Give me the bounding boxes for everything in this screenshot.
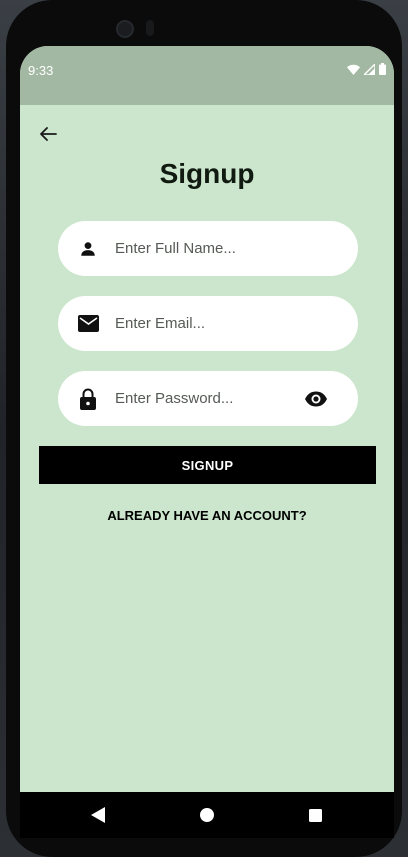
password-field[interactable] [58,371,358,426]
lock-icon [77,388,99,410]
back-button[interactable] [36,122,60,146]
full-name-field[interactable] [58,221,358,276]
eye-icon [305,391,327,407]
wifi-icon [347,64,360,75]
home-circle-icon [200,808,214,822]
cellular-signal-icon [364,63,375,75]
status-time: 9:33 [28,63,54,78]
toggle-password-visibility-button[interactable] [304,388,328,410]
nav-home-button[interactable] [187,792,227,838]
signup-button[interactable]: SIGNUP [39,446,376,484]
nav-recents-button[interactable] [295,792,335,838]
system-navigation-bar [20,792,394,838]
battery-icon [379,63,386,75]
proximity-sensor [146,20,154,36]
back-triangle-icon [91,807,105,823]
nav-back-button[interactable] [78,792,118,838]
email-field[interactable] [58,296,358,351]
front-camera [116,20,134,38]
status-icons [347,63,386,75]
status-bar: 9:33 [20,46,394,105]
already-have-account-link[interactable]: ALREADY HAVE AN ACCOUNT? [20,508,394,523]
person-icon [77,238,99,260]
arrow-left-icon [40,127,57,141]
full-name-input[interactable] [115,240,295,257]
device-frame: 9:33 Signup Enter Full Name... Enter Ema… [0,0,408,857]
recents-square-icon [308,808,322,822]
password-input[interactable] [115,390,295,407]
email-input[interactable] [115,315,295,332]
page-title: Signup [159,158,255,189]
app-screen: 9:33 Signup Enter Full Name... Enter Ema… [20,46,394,836]
mail-icon [77,313,99,335]
